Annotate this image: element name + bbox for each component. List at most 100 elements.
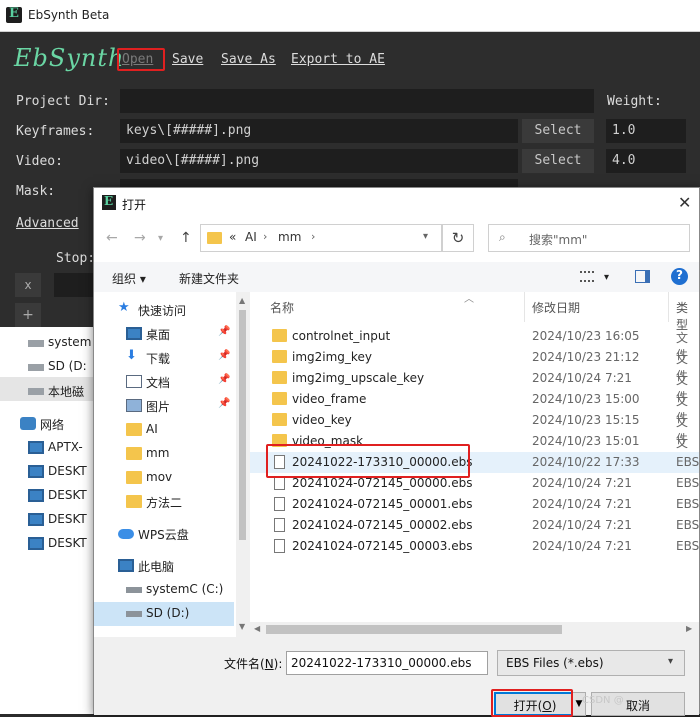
- hscroll-thumb[interactable]: [266, 625, 562, 634]
- file-row[interactable]: controlnet_input 2024/10/23 16:05 文件: [250, 326, 699, 362]
- nav-item-label: systemC (C:): [146, 582, 224, 596]
- nav-item[interactable]: 桌面 📌: [94, 322, 234, 346]
- search-placeholder: 搜索"mm": [529, 233, 588, 247]
- file-row[interactable]: video_key 2024/10/23 15:15 文件: [250, 410, 699, 446]
- keyframes-field[interactable]: keys\[#####].png: [120, 119, 518, 143]
- forward-arrow-icon[interactable]: →: [134, 230, 146, 246]
- mask-field[interactable]: [120, 179, 518, 187]
- column-name-header[interactable]: 名称: [270, 299, 294, 316]
- history-chevron-icon[interactable]: ▾: [158, 233, 163, 244]
- file-list-hscrollbar[interactable]: ◀ ▶: [250, 622, 699, 637]
- file-row[interactable]: video_frame 2024/10/23 15:00 文件: [250, 389, 699, 425]
- video-field[interactable]: video\[#####].png: [120, 149, 518, 173]
- nav-item[interactable]: mov: [94, 466, 234, 490]
- chevron-down-icon[interactable]: ▾: [604, 272, 609, 283]
- column-separator[interactable]: [524, 292, 525, 322]
- nav-item-label: WPS云盘: [138, 528, 189, 542]
- nav-item[interactable]: AI: [94, 418, 234, 442]
- nav-item[interactable]: mm: [94, 442, 234, 466]
- nav-item[interactable]: 图片 📌: [94, 394, 234, 418]
- file-name: video_key: [292, 413, 352, 427]
- column-separator[interactable]: [668, 292, 669, 322]
- project-dir-field[interactable]: [120, 89, 594, 113]
- file-date: 2024/10/23 15:15: [532, 413, 640, 427]
- bg-explorer-item-label: SD (D:: [48, 359, 87, 373]
- filetype-select[interactable]: EBS Files (*.ebs) ▾: [497, 650, 685, 676]
- file-type: EBS: [676, 497, 700, 511]
- picture-icon: [126, 399, 142, 412]
- filetype-value: EBS Files (*.ebs): [506, 656, 604, 670]
- nav-item[interactable]: WPS云盘: [94, 522, 234, 546]
- nav-item[interactable]: SD (D:): [94, 602, 234, 626]
- new-folder-button[interactable]: 新建文件夹: [179, 270, 239, 287]
- help-icon[interactable]: ?: [671, 268, 688, 285]
- drive-icon: [126, 587, 142, 593]
- bg-explorer-item-label: 网络: [40, 418, 65, 432]
- preview-pane-icon[interactable]: [635, 270, 650, 283]
- filename-input[interactable]: 20241022-173310_00000.ebs: [286, 651, 488, 675]
- export-ae-menu[interactable]: Export to AE: [291, 52, 385, 67]
- nav-scrollbar[interactable]: ▲ ▼: [236, 292, 249, 637]
- chevron-right-icon[interactable]: ›: [311, 230, 315, 243]
- nav-item[interactable]: 此电脑: [94, 554, 234, 578]
- breadcrumb-ai[interactable]: AI: [245, 230, 257, 244]
- up-arrow-icon[interactable]: ↑: [180, 230, 192, 246]
- keyframes-select-button[interactable]: Select: [522, 119, 594, 143]
- file-date: 2024/10/24 7:21: [532, 539, 632, 553]
- save-as-menu[interactable]: Save As: [221, 52, 276, 67]
- search-icon: ⌕: [499, 230, 506, 244]
- bg-explorer-item-label: DESKT: [48, 512, 87, 526]
- save-menu[interactable]: Save: [172, 52, 203, 67]
- filename-label: 文件名(N):: [224, 657, 283, 671]
- address-bar[interactable]: « AI › mm › ▾: [200, 224, 442, 252]
- advanced-link[interactable]: Advanced: [16, 216, 79, 231]
- weight-label: Weight:: [607, 94, 662, 109]
- nav-item[interactable]: 方法二: [94, 490, 234, 514]
- nav-item[interactable]: ⬇ 下载 📌: [94, 346, 234, 370]
- ebsynth-app-icon: E: [6, 6, 22, 23]
- file-row[interactable]: img2img_key 2024/10/23 21:12 文件: [250, 347, 699, 383]
- navigation-pane: ★ 快速访问 桌面 📌 ⬇ 下载 📌 文档 📌 图片 📌 AI mm mov 方法二 WPS云盘此电脑 syst…: [94, 292, 236, 637]
- folder-icon: [207, 232, 222, 244]
- nav-item[interactable]: 文档 📌: [94, 370, 234, 394]
- folder-icon: [272, 392, 287, 405]
- video-weight-field[interactable]: 4.0: [606, 149, 686, 173]
- search-box[interactable]: ⌕ 搜索"mm": [488, 224, 690, 252]
- file-icon: [274, 476, 285, 490]
- refresh-icon[interactable]: ↻: [442, 224, 474, 252]
- keyframes-weight-field[interactable]: 1.0: [606, 119, 686, 143]
- nav-item-label: 快速访问: [138, 304, 187, 318]
- dialog-nav-row: ← → ▾ ↑ « AI › mm › ▾ ↻ ⌕ 搜索"mm": [94, 218, 699, 262]
- video-select-button[interactable]: Select: [522, 149, 594, 173]
- nav-item[interactable]: ★ 快速访问: [94, 298, 234, 322]
- breadcrumb-overflow[interactable]: «: [229, 230, 236, 244]
- file-row[interactable]: img2img_upscale_key 2024/10/24 7:21 文件: [250, 368, 699, 404]
- file-date: 2024/10/22 17:33: [532, 455, 640, 469]
- pin-icon[interactable]: 📌: [218, 350, 230, 361]
- dialog-toolbar: 组织 ▾ 新建文件夹 ▾ ?: [94, 262, 699, 292]
- file-row[interactable]: 20241024-072145_00003.ebs 2024/10/24 7:21…: [250, 536, 699, 557]
- column-date-header[interactable]: 修改日期: [532, 299, 580, 316]
- close-icon[interactable]: ✕: [678, 193, 691, 212]
- file-row[interactable]: 20241024-072145_00002.ebs 2024/10/24 7:21…: [250, 515, 699, 536]
- file-row[interactable]: 20241024-072145_00001.ebs 2024/10/24 7:21…: [250, 494, 699, 515]
- file-icon: [274, 539, 285, 553]
- add-row-button[interactable]: +: [15, 303, 41, 327]
- chevron-right-icon[interactable]: ›: [263, 230, 267, 243]
- background-explorer-pane: system SD (D: 本地磁 网络 APTX- DESKT DESKT DESKT DES…: [0, 327, 95, 714]
- organize-button[interactable]: 组织 ▾: [112, 270, 146, 287]
- pin-icon[interactable]: 📌: [218, 374, 230, 385]
- drive-icon: [126, 611, 142, 617]
- nav-item[interactable]: systemC (C:): [94, 578, 234, 602]
- pin-icon[interactable]: 📌: [218, 398, 230, 409]
- breadcrumb-mm[interactable]: mm: [278, 230, 301, 244]
- pin-icon[interactable]: 📌: [218, 326, 230, 337]
- back-arrow-icon[interactable]: ←: [106, 230, 118, 246]
- remove-row-button[interactable]: x: [15, 273, 41, 297]
- nav-scroll-thumb[interactable]: [239, 310, 246, 540]
- stop-field[interactable]: [54, 273, 94, 297]
- sort-arrow-icon: ︿: [464, 294, 474, 305]
- network-icon: [20, 417, 36, 430]
- chevron-down-icon[interactable]: ▾: [423, 231, 428, 242]
- view-options-icon[interactable]: [580, 271, 594, 282]
